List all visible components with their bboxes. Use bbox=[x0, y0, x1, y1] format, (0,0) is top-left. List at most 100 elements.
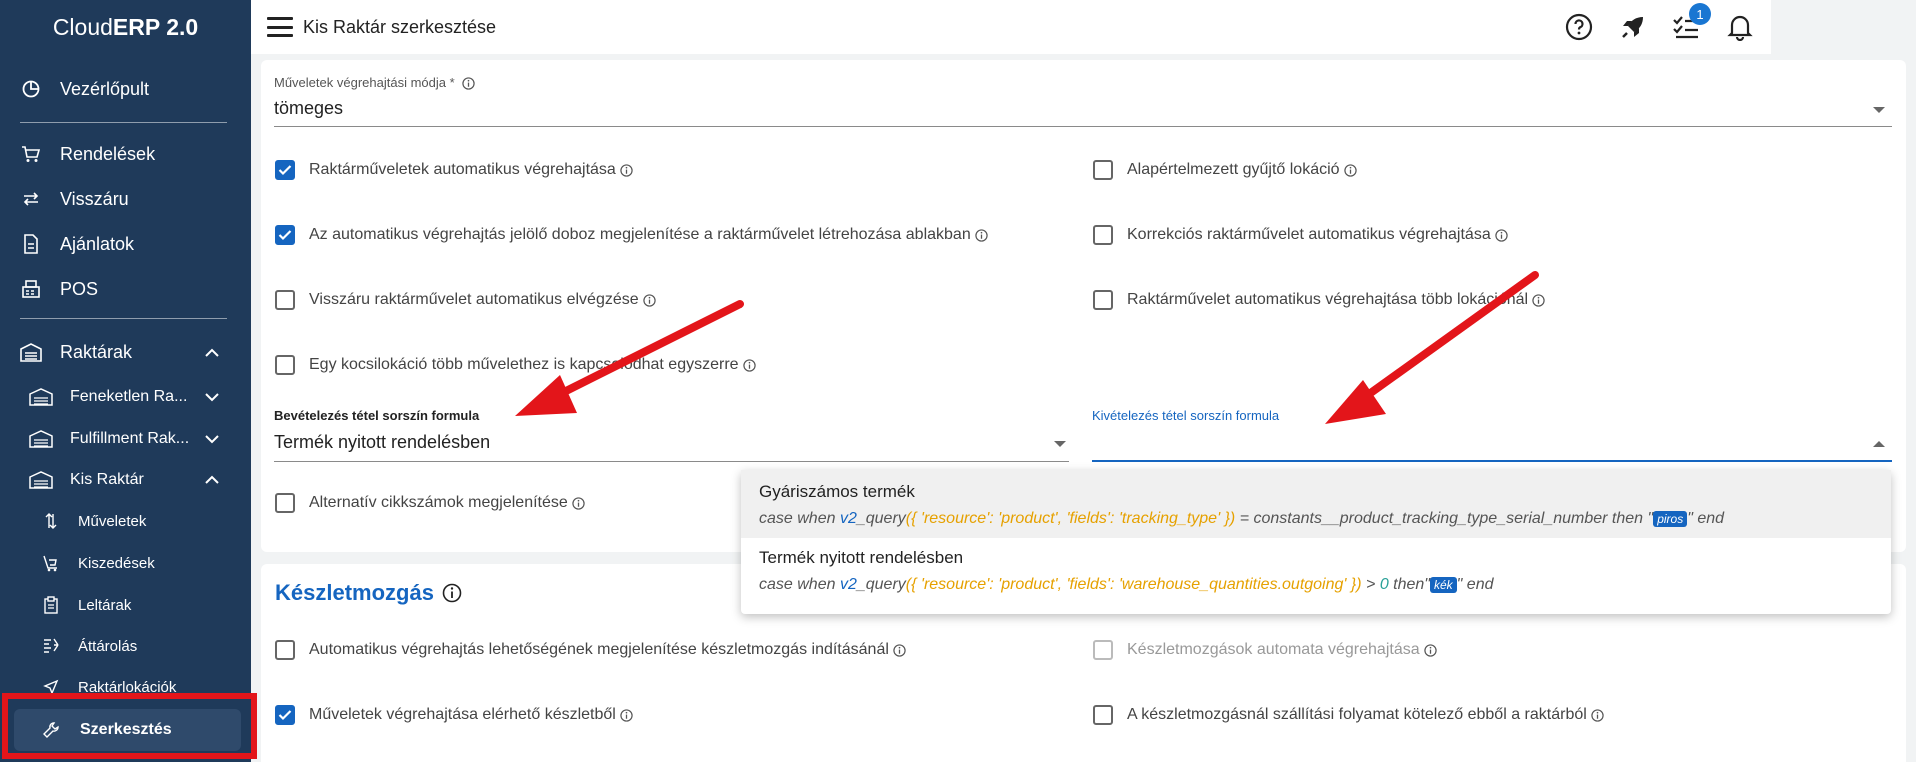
swap-icon bbox=[20, 188, 42, 210]
tasks-icon[interactable]: 1 bbox=[1671, 3, 1711, 42]
sidebar-divider bbox=[20, 122, 227, 123]
transfer-icon bbox=[42, 637, 60, 655]
notification-badge: 1 bbox=[1689, 3, 1711, 25]
checkbox-label: Műveletek végrehajtása elérhető készletb… bbox=[309, 706, 616, 723]
help-icon[interactable] bbox=[1564, 12, 1594, 42]
sidebar-item-inventories[interactable]: Leltárak bbox=[42, 596, 131, 614]
field-underline bbox=[274, 461, 1069, 462]
checkbox-cart-location[interactable]: Egy kocsilokáció több művelethez is kapc… bbox=[275, 355, 756, 375]
checkbox-label: Korrekciós raktárművelet automatikus vég… bbox=[1127, 226, 1491, 243]
sidebar-item-edit[interactable]: Szerkesztés bbox=[14, 709, 241, 751]
info-icon bbox=[742, 358, 756, 372]
checkbox-checked[interactable] bbox=[275, 705, 295, 725]
sidebar-item-warehouse-feneketlen[interactable]: Feneketlen Ra... bbox=[28, 387, 187, 407]
checkbox-unchecked[interactable] bbox=[275, 290, 295, 310]
checkbox-unchecked[interactable] bbox=[275, 355, 295, 375]
trolley-icon bbox=[42, 554, 60, 572]
info-icon bbox=[642, 293, 656, 307]
checkbox-label: Alternatív cikkszámok megjelenítése bbox=[309, 494, 568, 511]
pos-icon bbox=[20, 278, 42, 300]
checkbox-show-auto-exec-stock[interactable]: Automatikus végrehajtás lehetőségének me… bbox=[275, 640, 906, 660]
dropdown-option[interactable]: Gyáriszámos termék case when v2_query({ … bbox=[741, 470, 1891, 538]
checkbox-label: Alapértelmezett gyűjtő lokáció bbox=[1127, 161, 1340, 178]
sidebar-item-transfer[interactable]: Áttárolás bbox=[42, 637, 137, 655]
info-icon bbox=[442, 583, 462, 603]
sidebar-item-label: Leltárak bbox=[78, 596, 132, 614]
sidebar-item-orders[interactable]: Rendelések bbox=[20, 143, 155, 165]
checkbox-auto-exec[interactable]: Raktárműveletek automatikus végrehajtása bbox=[275, 160, 633, 180]
chevron-down-icon[interactable] bbox=[204, 389, 220, 405]
checkbox-show-auto-exec[interactable]: Az automatikus végrehajtás jelölő doboz … bbox=[275, 225, 988, 245]
sidebar-item-label: Fulfillment Rak... bbox=[70, 430, 190, 447]
chevron-down-icon[interactable] bbox=[204, 431, 220, 447]
checkbox-default-location[interactable]: Alapértelmezett gyűjtő lokáció bbox=[1093, 160, 1357, 180]
chevron-up-icon[interactable] bbox=[204, 345, 220, 361]
checkbox-multi-location[interactable]: Raktárművelet automatikus végrehajtása t… bbox=[1093, 290, 1545, 310]
checkbox-unchecked[interactable] bbox=[275, 493, 295, 513]
warehouse-icon bbox=[28, 470, 54, 490]
info-icon bbox=[1532, 293, 1545, 307]
info-icon bbox=[620, 163, 633, 177]
option-title: Termék nyitott rendelésben bbox=[759, 548, 964, 567]
wrench-icon bbox=[42, 721, 60, 739]
dashboard-icon bbox=[20, 78, 42, 100]
caret-up-icon[interactable] bbox=[1873, 441, 1885, 447]
menu-icon[interactable] bbox=[267, 17, 293, 37]
sidebar-item-offers[interactable]: Ajánlatok bbox=[20, 233, 134, 255]
checkbox-return-auto[interactable]: Visszáru raktárművelet automatikus elvég… bbox=[275, 290, 656, 310]
section-title: Készletmozgás bbox=[275, 580, 462, 606]
checkbox-shipping-required[interactable]: A készletmozgásnál szállítási folyamat k… bbox=[1093, 705, 1604, 725]
checkbox-label: Automatikus végrehajtás lehetőségének me… bbox=[309, 641, 889, 658]
sidebar-item-operations[interactable]: Műveletek bbox=[42, 512, 146, 530]
brand-light: Cloud bbox=[52, 13, 113, 40]
checkbox-exec-from-stock[interactable]: Műveletek végrehajtása elérhető készletb… bbox=[275, 705, 633, 725]
checkbox-alt-sku[interactable]: Alternatív cikkszámok megjelenítése bbox=[275, 493, 585, 513]
checkbox-unchecked[interactable] bbox=[1093, 225, 1113, 245]
checkbox-correction-auto[interactable]: Korrekciós raktárművelet automatikus vég… bbox=[1093, 225, 1508, 245]
sidebar-item-label: Szerkesztés bbox=[80, 721, 172, 738]
checkbox-label: A készletmozgásnál szállítási folyamat k… bbox=[1127, 706, 1587, 723]
info-icon bbox=[1423, 643, 1437, 657]
sidebar-item-returns[interactable]: Visszáru bbox=[20, 188, 129, 210]
field-underline bbox=[274, 126, 1892, 127]
checkbox-unchecked[interactable] bbox=[1093, 290, 1113, 310]
info-icon bbox=[1591, 708, 1604, 722]
sidebar-item-pos[interactable]: POS bbox=[20, 278, 98, 300]
option-title: Gyáriszámos termék bbox=[759, 482, 915, 501]
sidebar-item-picking[interactable]: Kiszedések bbox=[42, 554, 155, 572]
checkbox-label: Raktárműveletek automatikus végrehajtása bbox=[309, 161, 616, 178]
sidebar-item-warehouse-fulfillment[interactable]: Fulfillment Rak... bbox=[28, 429, 189, 449]
info-icon bbox=[572, 496, 585, 510]
sidebar-item-dashboard[interactable]: Vezérlőpult bbox=[20, 78, 149, 100]
sidebar-item-warehouse-kis[interactable]: Kis Raktár bbox=[28, 470, 144, 490]
rocket-icon[interactable] bbox=[1618, 12, 1648, 42]
checkbox-label: Egy kocsilokáció több művelethez is kapc… bbox=[309, 356, 739, 373]
checkbox-unchecked[interactable] bbox=[1093, 160, 1113, 180]
sidebar-item-label: Ajánlatok bbox=[60, 233, 135, 254]
brand-bold: ERP 2.0 bbox=[112, 13, 199, 40]
chevron-up-icon[interactable] bbox=[204, 472, 220, 488]
checkbox-unchecked[interactable] bbox=[1093, 705, 1113, 725]
checkbox-label: Készletmozgások automata végrehajtása bbox=[1127, 641, 1420, 658]
checkbox-unchecked[interactable] bbox=[275, 640, 295, 660]
exec-mode-select[interactable]: tömeges bbox=[274, 98, 343, 119]
caret-down-icon[interactable] bbox=[1873, 107, 1885, 113]
arrows-vertical-icon bbox=[42, 512, 60, 530]
warehouse-icon bbox=[28, 429, 54, 449]
checkbox-checked[interactable] bbox=[275, 160, 295, 180]
caret-down-icon[interactable] bbox=[1054, 441, 1066, 447]
warehouse-icon bbox=[28, 387, 54, 407]
sidebar-divider bbox=[20, 318, 227, 319]
brand-logo[interactable]: Cloud ERP 2.0 bbox=[0, 0, 251, 54]
checkbox-label: Visszáru raktárművelet automatikus elvég… bbox=[309, 291, 639, 308]
color-tag: piros bbox=[1653, 510, 1688, 527]
checkbox-checked[interactable] bbox=[275, 225, 295, 245]
checkbox-label: Az automatikus végrehajtás jelölő doboz … bbox=[309, 226, 971, 243]
dropdown-option[interactable]: Termék nyitott rendelésben case when v2_… bbox=[741, 538, 1891, 614]
sidebar-item-label: Kis Raktár bbox=[70, 471, 144, 488]
info-icon bbox=[975, 228, 988, 242]
info-icon bbox=[1495, 228, 1508, 242]
inbound-formula-select[interactable]: Termék nyitott rendelésben bbox=[274, 432, 490, 453]
sidebar-item-warehouses[interactable]: Raktárak bbox=[20, 341, 132, 363]
bell-icon[interactable] bbox=[1725, 12, 1755, 42]
